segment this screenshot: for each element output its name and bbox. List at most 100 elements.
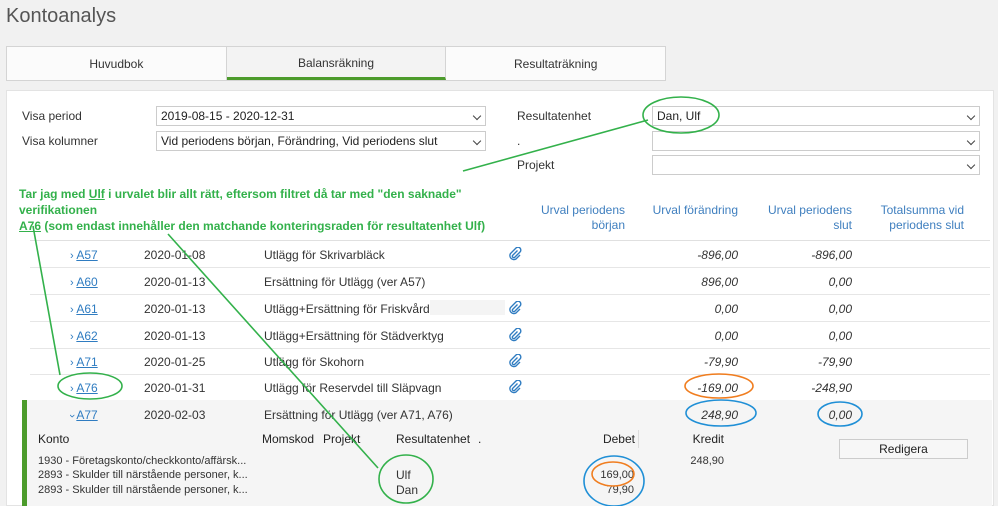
detail-enhet: Ulf xyxy=(396,468,411,482)
row-change: -79,90 xyxy=(703,355,738,369)
columns-value: Vid periodens början, Förändring, Vid pe… xyxy=(161,134,438,148)
columns-label: Visa kolumner xyxy=(22,134,98,148)
row-text: Utlägg+Ersättning för Städverktyg xyxy=(264,329,444,343)
row-end: -248,90 xyxy=(811,381,852,395)
ver-link[interactable]: A60 xyxy=(76,275,97,289)
detail-header-moms: Momskod xyxy=(262,432,315,446)
row-text: Ersättning för Utlägg (ver A71, A76) xyxy=(264,408,453,422)
chevron-down-icon xyxy=(472,136,482,146)
detail-konto: 2893 - Skulder till närstående personer,… xyxy=(38,469,248,481)
tab-balansrakning[interactable]: Balansräkning xyxy=(226,47,447,80)
unit-label: Resultatenhet xyxy=(517,109,592,123)
period-select[interactable]: 2019-08-15 - 2020-12-31 xyxy=(156,106,486,126)
detail-konto: 2893 - Skulder till närstående personer,… xyxy=(38,484,248,496)
page-title: Kontoanalys xyxy=(6,5,117,27)
detail-col-divider xyxy=(638,430,639,448)
paperclip-icon[interactable] xyxy=(508,328,522,342)
row-change: 248,90 xyxy=(701,408,738,422)
ver-link[interactable]: A57 xyxy=(76,248,97,262)
row-text: Utlägg+Ersättning för Friskvård xyxy=(264,302,430,316)
row-date: 2020-01-31 xyxy=(144,381,206,395)
chevron-down-icon[interactable]: › xyxy=(66,414,78,418)
ver-link[interactable]: A76 xyxy=(76,381,97,395)
tab-resultatrakning[interactable]: Resultaträkning xyxy=(446,47,666,80)
chevron-down-icon xyxy=(966,111,976,121)
row-end: -896,00 xyxy=(811,248,852,262)
detail-header-dot: . xyxy=(478,432,482,446)
row-text-highlight xyxy=(430,300,505,315)
detail-header-konto: Konto xyxy=(38,432,70,446)
chevron-right-icon[interactable]: › xyxy=(70,250,74,262)
row-text: Utlägg för Skrivarbläck xyxy=(264,248,385,262)
project-select[interactable] xyxy=(652,155,980,175)
row-date: 2020-01-25 xyxy=(144,355,206,369)
row-text: Utlägg för Reservdel till Släpvagn xyxy=(264,381,442,395)
detail-konto: 1930 - Företagskonto/checkkonto/affärsk.… xyxy=(38,455,247,467)
columns-select[interactable]: Vid periodens början, Förändring, Vid pe… xyxy=(156,131,486,151)
ver-link[interactable]: A62 xyxy=(76,329,97,343)
edit-button[interactable]: Redigera xyxy=(839,439,968,459)
table-row[interactable]: › A76 2020-01-31 Utlägg för Reservdel ti… xyxy=(30,374,990,401)
col-header-total[interactable]: Totalsumma vid periodens slut xyxy=(866,203,964,233)
chevron-right-icon[interactable]: › xyxy=(70,304,74,316)
col-header-start[interactable]: Urval periodens början xyxy=(535,203,625,233)
chevron-right-icon[interactable]: › xyxy=(70,331,74,343)
table-row[interactable]: › A62 2020-01-13 Utlägg+Ersättning för S… xyxy=(30,322,990,349)
ver-link[interactable]: A77 xyxy=(76,408,97,422)
detail-header-enhet: Resultatenhet xyxy=(396,432,471,446)
ver-link[interactable]: A71 xyxy=(76,355,97,369)
detail-debet: 79,90 xyxy=(606,484,634,496)
row-date: 2020-01-08 xyxy=(144,248,206,262)
col-header-change[interactable]: Urval förändring xyxy=(640,203,738,218)
detail-enhet: Dan xyxy=(396,483,419,497)
chevron-right-icon[interactable]: › xyxy=(70,357,74,369)
chevron-down-icon xyxy=(966,136,976,146)
row-change: 0,00 xyxy=(714,329,738,343)
table-row-expanded[interactable]: › A77 2020-02-03 Ersättning för Utlägg (… xyxy=(30,401,990,428)
row-text: Utlägg för Skohorn xyxy=(264,355,365,369)
row-change: -169,00 xyxy=(697,381,738,395)
paperclip-icon[interactable] xyxy=(508,247,522,261)
chevron-right-icon[interactable]: › xyxy=(70,383,74,395)
tab-bar: Huvudbok Balansräkning Resultaträkning xyxy=(6,46,666,81)
row-end: -79,90 xyxy=(817,355,852,369)
table-row[interactable]: › A61 2020-01-13 Utlägg+Ersättning för F… xyxy=(30,295,990,322)
row-date: 2020-02-03 xyxy=(144,408,206,422)
row-date: 2020-01-13 xyxy=(144,275,206,289)
chevron-down-icon xyxy=(966,160,976,170)
row-end: 0,00 xyxy=(828,329,852,343)
project-label: Projekt xyxy=(517,158,555,172)
table-row[interactable]: › A60 2020-01-13 Ersättning för Utlägg (… xyxy=(30,268,990,295)
tab-huvudbok[interactable]: Huvudbok xyxy=(7,47,227,80)
annotation-ulf: Ulf xyxy=(88,187,105,201)
table-row[interactable]: › A57 2020-01-08 Utlägg för Skrivarbläck… xyxy=(30,241,990,268)
detail-header-debet: Debet xyxy=(602,432,635,446)
row-date: 2020-01-13 xyxy=(144,302,206,316)
unit-select[interactable]: Dan, Ulf xyxy=(652,106,980,126)
ver-link[interactable]: A61 xyxy=(76,302,97,316)
row-change: 0,00 xyxy=(714,302,738,316)
dot-label: . xyxy=(517,134,521,148)
row-end: 0,00 xyxy=(828,408,852,422)
paperclip-icon[interactable] xyxy=(508,301,522,315)
detail-header-projekt: Projekt xyxy=(323,432,361,446)
paperclip-icon[interactable] xyxy=(508,380,522,394)
row-date: 2020-01-13 xyxy=(144,329,206,343)
annotation-text: Tar jag med Ulf i urvalet blir allt rätt… xyxy=(19,186,539,234)
row-text: Ersättning för Utlägg (ver A57) xyxy=(264,275,426,289)
annotation-line-1: Tar jag med Ulf i urvalet blir allt rätt… xyxy=(19,187,462,217)
period-value: 2019-08-15 - 2020-12-31 xyxy=(161,109,295,123)
row-end: 0,00 xyxy=(828,275,852,289)
row-change: -896,00 xyxy=(697,248,738,262)
chevron-right-icon[interactable]: › xyxy=(70,277,74,289)
table-row[interactable]: › A71 2020-01-25 Utlägg för Skohorn -79,… xyxy=(30,348,990,375)
dot-select[interactable] xyxy=(652,131,980,151)
col-header-end[interactable]: Urval periodens slut xyxy=(756,203,852,233)
row-change: 896,00 xyxy=(701,275,738,289)
unit-value: Dan, Ulf xyxy=(657,109,701,123)
row-end: 0,00 xyxy=(828,302,852,316)
paperclip-icon[interactable] xyxy=(508,354,522,368)
detail-kredit: 248,90 xyxy=(690,455,724,467)
period-label: Visa period xyxy=(22,109,82,123)
chevron-down-icon xyxy=(472,111,482,121)
